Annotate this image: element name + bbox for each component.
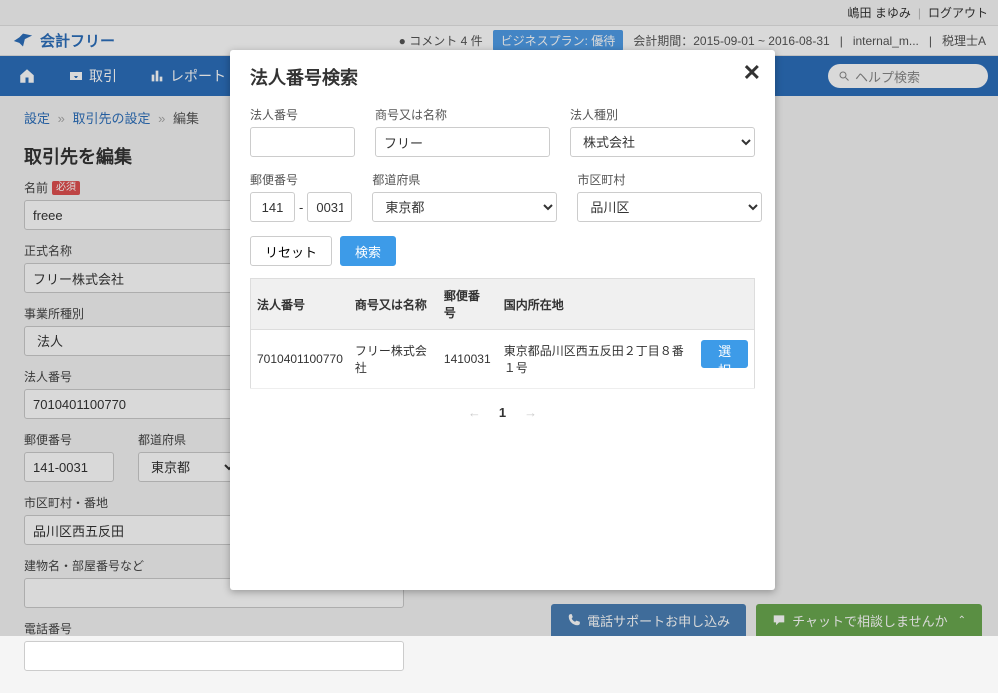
modal-city-label: 市区町村 bbox=[577, 171, 762, 188]
col-addr: 国内所在地 bbox=[498, 279, 695, 330]
modal-corpnum-input[interactable] bbox=[250, 127, 355, 157]
modal-type-label: 法人種別 bbox=[570, 106, 755, 123]
col-name: 商号又は名称 bbox=[349, 279, 438, 330]
zip-separator: - bbox=[299, 200, 303, 215]
modal-type-select[interactable]: 株式会社 bbox=[570, 127, 755, 157]
col-zip: 郵便番号 bbox=[438, 279, 498, 330]
modal-zip-label: 郵便番号 bbox=[250, 171, 352, 188]
results-table: 法人番号 商号又は名称 郵便番号 国内所在地 7010401100770 フリー… bbox=[250, 278, 755, 389]
prev-page-icon[interactable]: ← bbox=[468, 405, 481, 420]
cell-corpnum: 7010401100770 bbox=[251, 330, 349, 389]
page-current: 1 bbox=[499, 405, 506, 420]
modal-name-input[interactable] bbox=[375, 127, 550, 157]
phone-input[interactable] bbox=[24, 641, 404, 671]
reset-button[interactable]: リセット bbox=[250, 236, 332, 266]
modal-zip2-input[interactable] bbox=[307, 192, 352, 222]
cell-zip: 1410031 bbox=[438, 330, 498, 389]
pager: ← 1 → bbox=[250, 405, 755, 420]
modal-pref-label: 都道府県 bbox=[372, 171, 557, 188]
next-page-icon[interactable]: → bbox=[524, 405, 537, 420]
corp-search-modal: ✕ 法人番号検索 法人番号 商号又は名称 法人種別 株式会社 郵便番号 - 都道… bbox=[230, 50, 775, 590]
modal-title: 法人番号検索 bbox=[250, 64, 755, 90]
modal-corpnum-label: 法人番号 bbox=[250, 106, 355, 123]
col-corpnum: 法人番号 bbox=[251, 279, 349, 330]
modal-zip1-input[interactable] bbox=[250, 192, 295, 222]
cell-addr: 東京都品川区西五反田２丁目８番１号 bbox=[498, 330, 695, 389]
select-button[interactable]: 選択 bbox=[701, 340, 748, 368]
modal-city-select[interactable]: 品川区 bbox=[577, 192, 762, 222]
close-icon[interactable]: ✕ bbox=[743, 62, 761, 84]
modal-pref-select[interactable]: 東京都 bbox=[372, 192, 557, 222]
modal-name-label: 商号又は名称 bbox=[375, 106, 550, 123]
table-row: 7010401100770 フリー株式会社 1410031 東京都品川区西五反田… bbox=[251, 330, 755, 389]
cell-name: フリー株式会社 bbox=[349, 330, 438, 389]
search-button[interactable]: 検索 bbox=[340, 236, 396, 266]
